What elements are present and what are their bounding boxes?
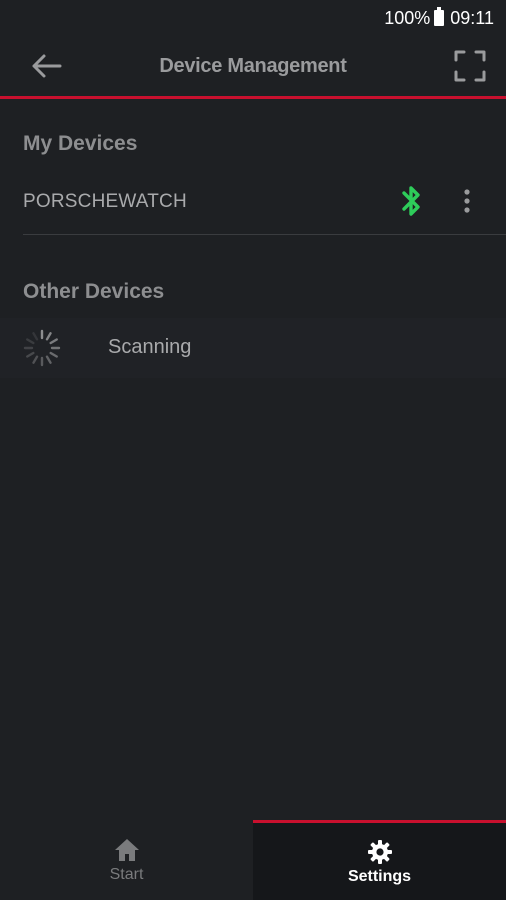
header-accent-line [0,96,506,99]
nav-start[interactable]: Start [0,820,253,900]
my-devices-heading: My Devices [23,132,138,155]
divider [23,234,506,235]
gear-icon [367,839,392,864]
device-name: PORSCHEWATCH [23,191,187,212]
fullscreen-button[interactable] [452,48,488,84]
status-bar: 100% 09:11 [0,0,506,36]
app-bar: Device Management [0,36,506,96]
back-button[interactable] [30,50,66,82]
home-icon [114,839,139,861]
fullscreen-icon [454,50,486,82]
clock: 09:11 [450,7,494,28]
more-options-icon[interactable] [452,184,482,218]
nav-start-label: Start [109,866,144,883]
device-row[interactable]: PORSCHEWATCH [0,170,506,234]
page-title: Device Management [159,54,347,77]
arrow-left-icon [32,54,62,78]
scanning-row: Scanning [0,318,506,378]
battery-percentage: 100% [384,7,431,28]
device-management-screen: 100% 09:11 Device Management My Devices … [0,0,506,900]
bluetooth-icon [402,186,420,216]
nav-settings[interactable]: Settings [253,820,506,900]
scanning-label: Scanning [108,336,192,358]
other-devices-heading: Other Devices [23,280,165,303]
loading-spinner-icon [23,329,61,367]
battery-icon [434,7,445,26]
bottom-navigation: Start Settings [0,820,506,900]
nav-settings-label: Settings [347,867,412,885]
